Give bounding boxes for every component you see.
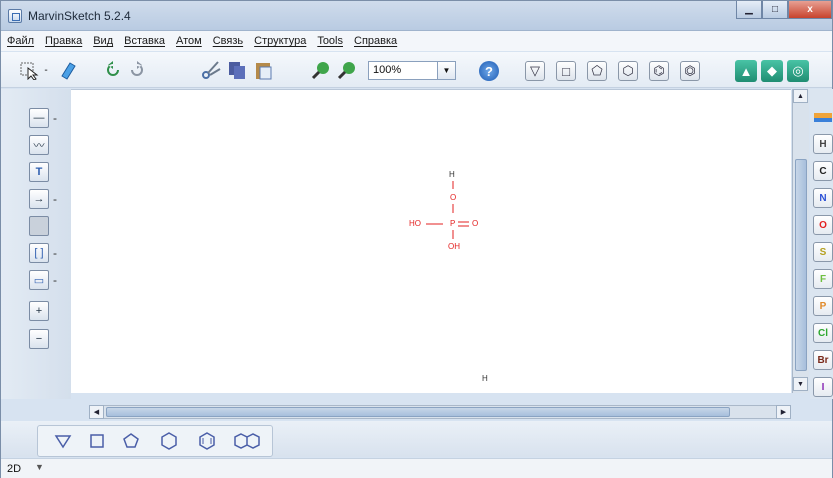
element-br-button[interactable]: Br bbox=[813, 350, 833, 370]
maximize-button[interactable]: □ bbox=[762, 1, 788, 19]
zoom-select[interactable]: 100% ▼ bbox=[368, 61, 456, 80]
horizontal-scrollbar[interactable]: ◀ ▶ bbox=[89, 405, 791, 419]
menu-bond[interactable]: Связь bbox=[213, 35, 243, 47]
atom-p-center[interactable]: P bbox=[450, 219, 455, 228]
scroll-down-icon[interactable]: ▼ bbox=[793, 377, 808, 391]
menu-tools[interactable]: Tools bbox=[317, 35, 343, 47]
element-cl-button[interactable]: Cl bbox=[813, 323, 833, 343]
cyclopropane-shape[interactable] bbox=[53, 431, 73, 451]
bond-lines bbox=[426, 181, 469, 239]
undo-icon[interactable] bbox=[101, 59, 125, 81]
template-icon-2[interactable]: ◆ bbox=[761, 60, 783, 82]
plus-charge-tool[interactable]: + bbox=[29, 301, 49, 321]
vertical-scroll-thumb[interactable] bbox=[795, 159, 807, 371]
rectangle-more-icon[interactable]: - bbox=[53, 273, 57, 287]
scroll-up-icon[interactable]: ▲ bbox=[793, 89, 808, 103]
zoom-out-icon[interactable] bbox=[335, 59, 359, 81]
scroll-right-icon[interactable]: ▶ bbox=[776, 405, 791, 419]
element-o-button[interactable]: O bbox=[813, 215, 833, 235]
status-bar: 2D ▼ bbox=[1, 458, 832, 478]
cut-icon[interactable] bbox=[199, 59, 223, 81]
cyclopropane-icon[interactable]: ▽ bbox=[525, 61, 545, 81]
zoom-in-icon[interactable] bbox=[309, 59, 333, 81]
erase-icon[interactable] bbox=[55, 59, 79, 81]
atom-h-top[interactable]: H bbox=[449, 170, 455, 179]
benzene-shape[interactable] bbox=[197, 431, 217, 451]
element-f-button[interactable]: F bbox=[813, 269, 833, 289]
menu-atom[interactable]: Атом bbox=[176, 35, 202, 47]
cyclohexane-shape[interactable] bbox=[159, 431, 179, 451]
naphthalene-icon[interactable]: ⏣ bbox=[680, 61, 700, 81]
menu-file[interactable]: Файл bbox=[7, 35, 34, 47]
rectangle-tool[interactable]: ▭ bbox=[29, 270, 49, 290]
close-button[interactable]: x bbox=[788, 1, 832, 19]
zoom-value: 100% bbox=[373, 64, 402, 76]
menu-bar: Файл Правка Вид Вставка Атом Связь Струк… bbox=[1, 31, 832, 51]
template-icon-1[interactable]: ▲ bbox=[735, 60, 757, 82]
status-dropdown-icon[interactable]: ▼ bbox=[35, 462, 44, 472]
single-bond-more-icon[interactable]: - bbox=[53, 111, 57, 125]
bracket-more-icon[interactable]: - bbox=[53, 246, 57, 260]
single-bond-tool[interactable]: — bbox=[29, 108, 49, 128]
menu-help[interactable]: Справка bbox=[354, 35, 397, 47]
arrow-more-icon[interactable]: - bbox=[53, 192, 57, 206]
menu-insert[interactable]: Вставка bbox=[124, 35, 165, 47]
blank-tool[interactable] bbox=[29, 216, 49, 236]
element-s-button[interactable]: S bbox=[813, 242, 833, 262]
redo-icon[interactable] bbox=[125, 59, 149, 81]
atom-o-top[interactable]: O bbox=[450, 193, 456, 202]
vertical-scrollbar[interactable]: ▲ ▼ bbox=[792, 89, 809, 393]
title-bar: MarvinSketch 5.2.4 ▁ □ x bbox=[1, 1, 832, 31]
wavy-bond-tool[interactable]: 〰 bbox=[29, 135, 49, 155]
bracket-tool[interactable]: [ ] bbox=[29, 243, 49, 263]
minus-charge-tool[interactable]: − bbox=[29, 329, 49, 349]
text-tool[interactable]: T bbox=[29, 162, 49, 182]
minimize-button[interactable]: ▁ bbox=[736, 1, 762, 19]
template-icon-3[interactable]: ◎ bbox=[787, 60, 809, 82]
main-toolbar: - 100% ▼ ? ▽ □ ⬠ ⬡ ⌬ ⏣ ▲ ◆ ◎ bbox=[1, 52, 832, 88]
cyclohexane-icon[interactable]: ⬡ bbox=[618, 61, 638, 81]
window-title: MarvinSketch 5.2.4 bbox=[28, 9, 131, 23]
atom-h-stray[interactable]: H bbox=[482, 374, 488, 383]
select-icon[interactable] bbox=[17, 59, 41, 81]
zoom-dropdown-icon[interactable]: ▼ bbox=[437, 62, 455, 79]
periodic-table-icon[interactable] bbox=[814, 109, 832, 123]
menu-structure[interactable]: Структура bbox=[254, 35, 306, 47]
menu-view[interactable]: Вид bbox=[93, 35, 113, 47]
atom-o-double[interactable]: O bbox=[472, 219, 478, 228]
cyclopentane-icon[interactable]: ⬠ bbox=[587, 61, 607, 81]
status-mode[interactable]: 2D bbox=[7, 463, 21, 475]
arrow-tool[interactable]: → bbox=[29, 189, 49, 209]
drawing-canvas[interactable]: H O HO P O OH H bbox=[71, 89, 791, 393]
scroll-left-icon[interactable]: ◀ bbox=[89, 405, 104, 419]
atom-ho-left[interactable]: HO bbox=[409, 219, 421, 228]
window-controls: ▁ □ x bbox=[736, 1, 832, 21]
benzene-icon[interactable]: ⌬ bbox=[649, 61, 669, 81]
app-icon bbox=[8, 9, 22, 23]
cyclobutane-shape[interactable] bbox=[87, 431, 107, 451]
element-n-button[interactable]: N bbox=[813, 188, 833, 208]
cyclobutane-icon[interactable]: □ bbox=[556, 61, 576, 81]
menu-edit[interactable]: Правка bbox=[45, 35, 82, 47]
naphthalene-shape[interactable] bbox=[233, 431, 261, 451]
horizontal-scroll-thumb[interactable] bbox=[106, 407, 730, 417]
element-p-button[interactable]: P bbox=[813, 296, 833, 316]
cyclopentane-shape[interactable] bbox=[121, 431, 141, 451]
paste-icon[interactable] bbox=[251, 59, 275, 81]
element-i-button[interactable]: I bbox=[813, 377, 833, 397]
element-c-button[interactable]: C bbox=[813, 161, 833, 181]
select-dropdown-icon[interactable]: - bbox=[41, 59, 51, 81]
atom-oh-bottom[interactable]: OH bbox=[448, 242, 460, 251]
marvinsketch-window: MarvinSketch 5.2.4 ▁ □ x Файл Правка Вид… bbox=[0, 0, 833, 478]
element-h-button[interactable]: H bbox=[813, 134, 833, 154]
help-button[interactable]: ? bbox=[479, 61, 499, 81]
copy-icon[interactable] bbox=[225, 59, 249, 81]
